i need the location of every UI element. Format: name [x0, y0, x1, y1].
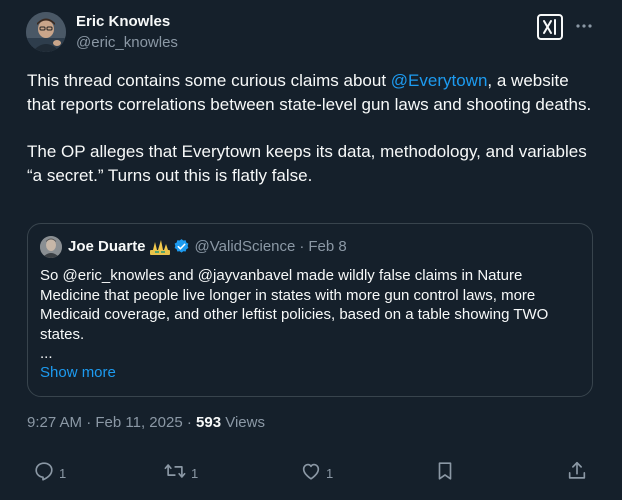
tweet-meta: 9:27 AM · Feb 11, 2025 · 593 Views [27, 414, 265, 431]
verified-badge-icon [173, 238, 190, 255]
quoted-ellipsis: ... [40, 345, 53, 362]
views-label: Views [221, 414, 265, 431]
quoted-author-avatar [40, 236, 62, 258]
more-horizontal-icon [576, 24, 592, 28]
grok-icon [543, 19, 556, 35]
tweet-paragraph-1: This thread contains some curious claims… [27, 71, 592, 114]
like-button[interactable]: 1 [300, 460, 333, 482]
action-bar: 1 1 1 [0, 460, 622, 488]
tweet-date[interactable]: Feb 11, 2025 [95, 414, 182, 431]
more-options-button[interactable] [572, 14, 596, 38]
quoted-tweet[interactable]: Joe Duarte @ValidScience · Feb 8 So @eri… [27, 223, 593, 397]
tweet-time[interactable]: 9:27 AM [27, 414, 82, 431]
reply-button[interactable]: 1 [33, 460, 66, 482]
repost-button[interactable]: 1 [163, 460, 198, 482]
reply-icon [35, 462, 53, 481]
quoted-author-handle: @ValidScience [194, 238, 296, 255]
sign-language-hands-icon [149, 239, 170, 255]
bookmark-button[interactable] [434, 460, 456, 482]
author-avatar[interactable] [26, 12, 66, 52]
quoted-tweet-text: So @eric_knowles and @jayvanbavel made w… [40, 267, 549, 343]
grok-button[interactable] [537, 14, 563, 40]
views-count: 593 [196, 414, 222, 431]
like-count: 1 [326, 466, 334, 481]
quoted-date: Feb 8 [308, 238, 347, 255]
show-more-link[interactable]: Show more [40, 364, 116, 381]
mention-link[interactable]: @Everytown [391, 71, 488, 90]
quoted-author-name: Joe Duarte [68, 238, 146, 255]
tweet-text: This thread contains some curious claims… [27, 69, 597, 188]
share-icon [568, 461, 586, 479]
quoted-separator: · [299, 238, 305, 255]
reply-count: 1 [59, 466, 67, 481]
tweet: Eric Knowles @eric_knowles This thread c… [0, 0, 622, 500]
share-button[interactable] [566, 460, 588, 482]
repost-count: 1 [191, 466, 199, 481]
author-handle[interactable]: @eric_knowles [76, 34, 178, 51]
tweet-paragraph-2: The OP alleges that Everytown keeps its … [27, 142, 587, 185]
bookmark-icon [438, 462, 452, 480]
author-name[interactable]: Eric Knowles [76, 13, 170, 30]
quoted-header: Joe Duarte @ValidScience · Feb 8 [68, 238, 347, 255]
heart-icon [302, 463, 320, 480]
repost-icon [164, 464, 186, 478]
